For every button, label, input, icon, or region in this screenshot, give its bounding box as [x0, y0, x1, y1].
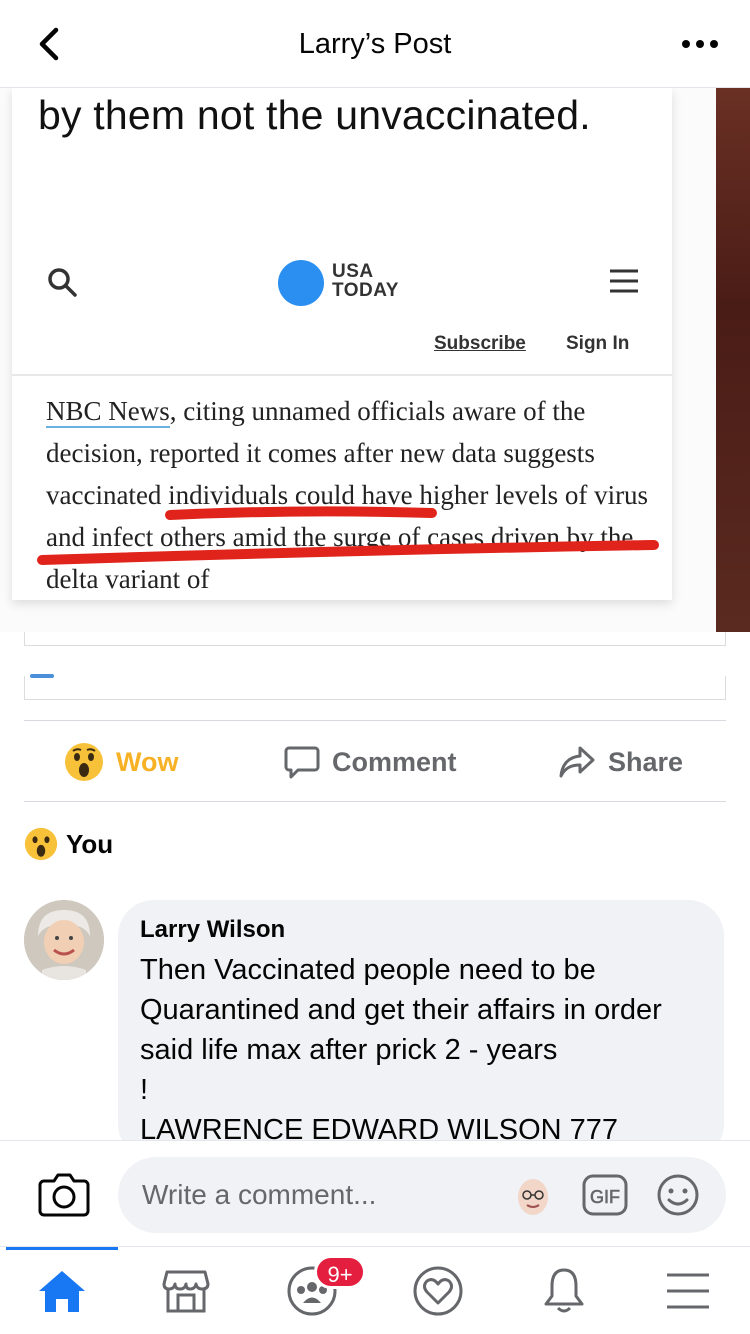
camera-icon[interactable]: [38, 1171, 90, 1217]
comment-text: Then Vaccinated people need to be Quaran…: [140, 954, 662, 1146]
tab-notifications[interactable]: [534, 1263, 594, 1319]
wow-emoji-icon: [65, 743, 103, 781]
comment-bubble-icon: [284, 746, 320, 779]
share-arrow-icon: [559, 746, 595, 778]
wow-emoji-icon: [24, 827, 58, 861]
comment-label: Comment: [332, 746, 457, 777]
svg-text:GIF: GIF: [590, 1187, 620, 1207]
post-shared-image[interactable]: by them not the unvaccinated. USA TODAY …: [0, 88, 750, 632]
comment-button[interactable]: Comment: [284, 721, 457, 803]
reaction-you-label: You: [66, 828, 114, 859]
marketplace-shop-icon: [162, 1270, 210, 1313]
wow-label: Wow: [116, 746, 179, 777]
active-tab-indicator: [6, 1247, 118, 1250]
reactions-summary[interactable]: You: [24, 824, 113, 864]
avatar[interactable]: [24, 900, 104, 980]
heart-dating-icon: [413, 1266, 463, 1316]
menu-icon: [667, 1273, 709, 1309]
groups-notification-badge: 9+: [314, 1255, 366, 1289]
bottom-tab-bar: 9+: [0, 1246, 750, 1334]
comment-input[interactable]: [118, 1157, 726, 1233]
comment-composer: GIF: [0, 1140, 750, 1246]
article-screenshot: by them not the unvaccinated. USA TODAY …: [12, 88, 672, 600]
link-preview-frame-bottom: [24, 676, 726, 700]
tab-menu[interactable]: [658, 1263, 718, 1319]
bell-icon: [544, 1268, 584, 1313]
avatar-sticker-icon[interactable]: [510, 1173, 556, 1219]
home-icon: [39, 1271, 85, 1312]
tab-dating[interactable]: [408, 1263, 468, 1319]
more-options-icon[interactable]: [680, 26, 720, 62]
gif-icon[interactable]: GIF: [582, 1174, 628, 1216]
comment-bubble[interactable]: Larry Wilson Then Vaccinated people need…: [118, 900, 724, 1160]
image-right-edge: [716, 88, 750, 632]
comment-author[interactable]: Larry Wilson: [140, 916, 702, 944]
emoji-icon[interactable]: [656, 1173, 700, 1217]
avatar-portrait: [24, 900, 104, 980]
red-marker-underline: [37, 506, 659, 565]
tab-home[interactable]: [32, 1263, 92, 1319]
tab-marketplace[interactable]: [156, 1263, 216, 1319]
share-button[interactable]: Share: [558, 721, 683, 803]
top-nav-bar: Larry’s Post: [0, 0, 750, 88]
wow-reaction-button[interactable]: Wow: [64, 721, 179, 803]
link-preview-frame: [24, 632, 726, 646]
page-title: Larry’s Post: [298, 28, 452, 60]
share-label: Share: [608, 746, 684, 777]
post-action-bar: Wow Comment Share: [24, 720, 726, 802]
